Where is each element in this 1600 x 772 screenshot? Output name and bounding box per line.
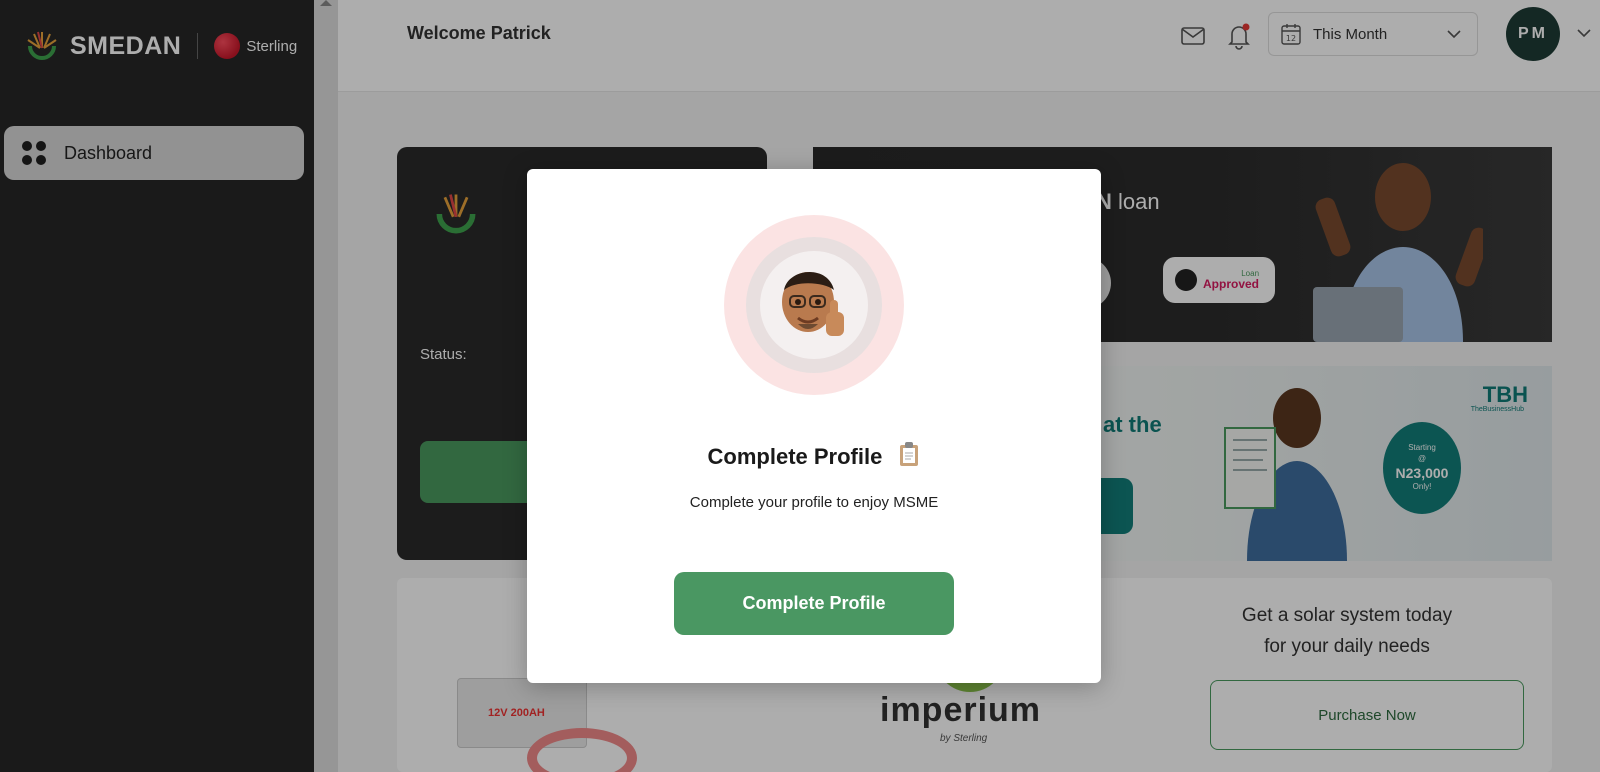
modal-subtitle: Complete your profile to enjoy MSME xyxy=(689,494,939,511)
clipboard-icon xyxy=(900,442,919,466)
complete-profile-modal: Complete Profile Complete your profile t… xyxy=(527,169,1101,683)
modal-title: Complete Profile xyxy=(527,441,1101,470)
complete-profile-button[interactable]: Complete Profile xyxy=(674,572,954,635)
thumbs-up-memoji-icon xyxy=(782,271,844,336)
memoji-avatar xyxy=(724,215,904,395)
